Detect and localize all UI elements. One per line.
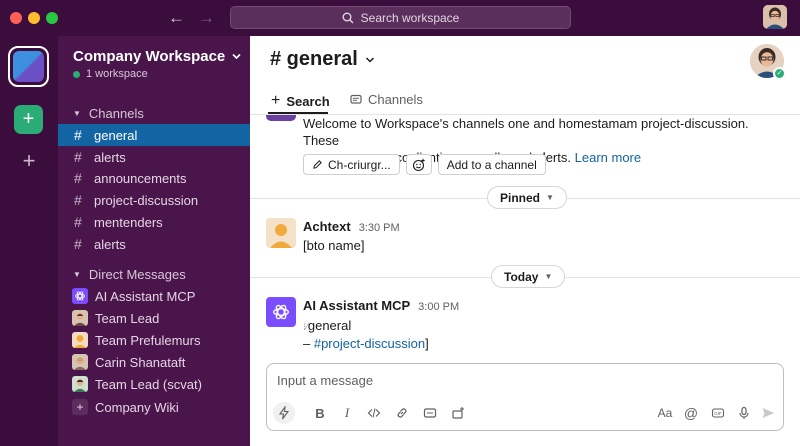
workspace-name-button[interactable]: Company Workspace bbox=[73, 48, 242, 65]
svg-text:GIF: GIF bbox=[714, 411, 722, 416]
shortcuts-bolt-icon[interactable] bbox=[273, 402, 295, 424]
code-icon[interactable] bbox=[363, 402, 385, 424]
message-input[interactable] bbox=[277, 373, 757, 388]
minimize-window-button[interactable] bbox=[28, 12, 40, 24]
hash-icon: # bbox=[74, 236, 82, 252]
sidebar-item-alerts[interactable]: # alerts bbox=[58, 146, 250, 168]
message-body: ⁝⁄general bbox=[303, 318, 352, 333]
channel-title: # general bbox=[270, 48, 358, 70]
user-avatar[interactable] bbox=[763, 5, 787, 29]
mention-icon[interactable]: @ bbox=[680, 402, 702, 424]
send-icon[interactable] bbox=[757, 402, 779, 424]
hash-icon: # bbox=[74, 127, 82, 143]
chevron-down-icon: ▼ bbox=[544, 272, 553, 281]
sidebar-dm-carin[interactable]: Carin Shanataft bbox=[58, 351, 250, 373]
link-icon[interactable] bbox=[391, 402, 413, 424]
plus-icon: + bbox=[271, 92, 281, 109]
message-body: – #project-discussion] bbox=[303, 336, 429, 351]
message-author[interactable]: Achtext bbox=[303, 219, 351, 234]
back-arrow-icon[interactable]: ← bbox=[168, 8, 185, 28]
avatar bbox=[72, 376, 88, 392]
workspace-subtitle: 1 workspace bbox=[73, 68, 148, 80]
pencil-icon bbox=[313, 160, 322, 169]
learn-more-link[interactable]: Learn more bbox=[575, 150, 641, 165]
sidebar-item-general[interactable]: # general bbox=[58, 124, 250, 146]
ai-icon bbox=[72, 288, 88, 304]
avatar bbox=[266, 218, 296, 248]
search-placeholder: Search workspace bbox=[360, 10, 460, 25]
sidebar-dm-ai-assistant[interactable]: AI Assistant MCP bbox=[58, 285, 250, 307]
channel-tabs: + Search Channels bbox=[250, 90, 800, 114]
hash-icon: # bbox=[74, 192, 82, 208]
main-panel: # general ✓ + Search Channels Welcome to… bbox=[250, 36, 800, 446]
sidebar-item-alerts-2[interactable]: # alerts bbox=[58, 233, 250, 255]
tab-search[interactable]: + Search bbox=[271, 92, 330, 110]
welcome-actions: Ch-criurgr... Add to a channel bbox=[303, 154, 546, 175]
italic-icon[interactable]: I bbox=[336, 402, 358, 424]
sidebar-dm-team-lead-scvat[interactable]: Team Lead (scvat) bbox=[58, 373, 250, 395]
workspace-icon[interactable] bbox=[8, 46, 49, 87]
snippet-icon[interactable] bbox=[419, 402, 441, 424]
sidebar-item-mentenders[interactable]: # mentenders bbox=[58, 211, 250, 233]
configure-channel-button[interactable]: Ch-criurgr... bbox=[303, 154, 400, 175]
microphone-icon[interactable] bbox=[733, 402, 755, 424]
close-window-button[interactable] bbox=[10, 12, 22, 24]
maximize-window-button[interactable] bbox=[46, 12, 58, 24]
message-timestamp: 3:30 PM bbox=[358, 222, 400, 234]
search-bar[interactable]: Search workspace bbox=[230, 6, 571, 29]
text-format-icon[interactable]: Aa bbox=[654, 402, 676, 424]
bold-icon[interactable]: B bbox=[309, 402, 331, 424]
plus-icon: + bbox=[72, 399, 88, 415]
dm-section-header[interactable]: ▼ Direct Messages bbox=[73, 267, 186, 282]
message-composer: B I Aa @ GIF bbox=[266, 363, 784, 431]
online-status-icon bbox=[73, 70, 80, 78]
message-list[interactable]: Welcome to Workspace's channels one and … bbox=[250, 115, 800, 355]
search-icon bbox=[342, 12, 354, 23]
forward-arrow-icon[interactable]: → bbox=[198, 8, 215, 28]
chevron-down-icon bbox=[232, 53, 241, 60]
channels-section-header[interactable]: ▼ Channels bbox=[73, 106, 144, 121]
sidebar-item-project-discussion[interactable]: # project-discussion bbox=[58, 189, 250, 211]
sidebar-item-company-wiki[interactable]: + Company Wiki bbox=[58, 396, 250, 418]
workspace-rail: + + bbox=[0, 36, 58, 446]
caret-down-icon: ▼ bbox=[73, 270, 81, 279]
tab-channels[interactable]: Channels bbox=[350, 92, 423, 107]
avatar bbox=[72, 354, 88, 370]
workspace-name: Company Workspace bbox=[73, 48, 226, 65]
ai-icon bbox=[266, 297, 296, 327]
add-to-channel-button[interactable]: Add to a channel bbox=[437, 154, 546, 175]
message-body: [bto name] bbox=[303, 238, 365, 253]
title-bar: ← → Search workspace bbox=[0, 0, 800, 36]
avatar bbox=[72, 310, 88, 326]
message-author[interactable]: AI Assistant MCP bbox=[303, 298, 410, 313]
plus-icon[interactable]: + bbox=[18, 150, 40, 172]
add-workspace-button[interactable]: + bbox=[14, 105, 43, 134]
sidebar: Company Workspace 1 workspace ▼ Channels… bbox=[58, 36, 250, 446]
sidebar-dm-team-prefulemurs[interactable]: Team Prefulemurs bbox=[58, 329, 250, 351]
hash-icon: # bbox=[74, 170, 82, 186]
hash-icon: # bbox=[74, 214, 82, 230]
chevron-down-icon bbox=[365, 56, 374, 63]
message-timestamp: 3:00 PM bbox=[418, 301, 460, 313]
emoji-add-icon bbox=[412, 158, 425, 171]
add-reaction-button[interactable] bbox=[405, 154, 432, 175]
caret-down-icon: ▼ bbox=[73, 109, 81, 118]
hash-icon: # bbox=[74, 149, 82, 165]
check-icon: ✓ bbox=[773, 67, 786, 80]
gif-icon[interactable]: GIF bbox=[707, 402, 729, 424]
sidebar-dm-team-lead[interactable]: Team Lead bbox=[58, 307, 250, 329]
today-button[interactable]: Today ▼ bbox=[491, 265, 566, 288]
channel-member-avatar[interactable]: ✓ bbox=[750, 44, 786, 80]
pinned-button[interactable]: Pinned ▼ bbox=[487, 186, 567, 209]
channel-title-button[interactable]: # general bbox=[270, 48, 376, 71]
sidebar-item-announcements[interactable]: # announcements bbox=[58, 167, 250, 189]
welcome-avatar bbox=[266, 115, 296, 121]
channel-link[interactable]: #project-discussion bbox=[314, 336, 425, 351]
message-icon bbox=[350, 94, 362, 104]
chevron-down-icon: ▼ bbox=[546, 193, 554, 202]
avatar bbox=[72, 332, 88, 348]
workflow-icon[interactable] bbox=[447, 402, 469, 424]
